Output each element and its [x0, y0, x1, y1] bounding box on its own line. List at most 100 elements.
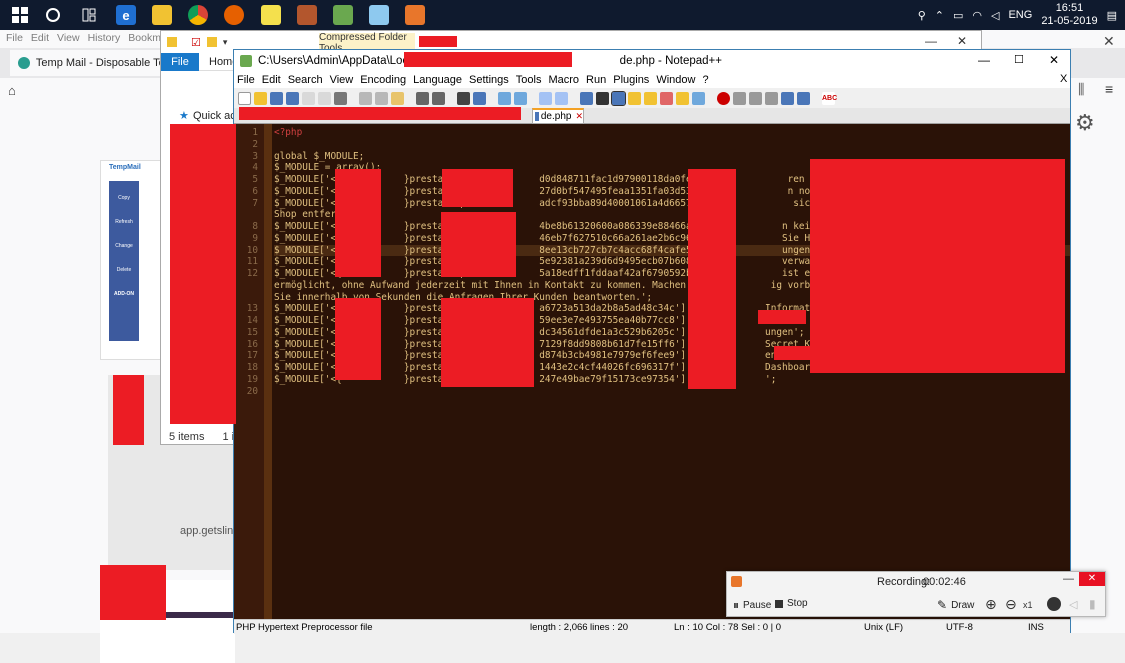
zoom-in-icon[interactable]: ⊕ — [985, 596, 997, 613]
paste-icon[interactable] — [391, 91, 404, 105]
task-view-icon[interactable] — [79, 5, 99, 25]
npp-menu-macro[interactable]: Macro — [548, 74, 579, 86]
monitoring-icon[interactable] — [692, 91, 705, 105]
language-indicator[interactable]: ENG — [1008, 9, 1032, 21]
function-list-icon[interactable] — [660, 91, 673, 105]
cut-icon[interactable] — [359, 91, 372, 105]
stop-macro-icon[interactable] — [733, 91, 746, 105]
sync-vertical-icon[interactable] — [539, 91, 552, 105]
recorder-icon[interactable] — [405, 5, 425, 25]
npp-menu-file[interactable]: File — [237, 74, 255, 86]
npp-close-doc-x[interactable]: X — [1060, 73, 1067, 85]
draw-button[interactable]: ✎ Draw — [937, 598, 974, 612]
fold-margin[interactable] — [264, 124, 272, 619]
sync-horizontal-icon[interactable] — [555, 91, 568, 105]
stop-button[interactable]: Stop — [775, 598, 808, 609]
ff-tab[interactable]: Temp Mail - Disposable Ten — [10, 50, 170, 76]
webcam-icon[interactable] — [1047, 597, 1061, 611]
recorder-minimize-icon[interactable]: — — [1063, 573, 1074, 585]
udl-icon[interactable] — [628, 91, 641, 105]
folder-workspace-icon[interactable] — [676, 91, 689, 105]
npp-minimize-icon[interactable]: — — [978, 53, 990, 67]
npp-menu-view[interactable]: View — [330, 74, 354, 86]
new-file-icon[interactable] — [238, 91, 251, 105]
show-all-chars-icon[interactable] — [596, 91, 609, 105]
npp-tab-active[interactable]: de.php ✕ — [532, 108, 584, 124]
ex-file-tab[interactable]: File — [161, 53, 199, 71]
zoom-out-icon[interactable] — [514, 91, 527, 105]
tab-close-icon[interactable]: ✕ — [575, 111, 583, 122]
search-icon[interactable] — [43, 5, 63, 25]
winrar-icon[interactable] — [297, 5, 317, 25]
wifi-icon[interactable]: ◠ — [972, 9, 982, 22]
play-macro-icon[interactable] — [749, 91, 762, 105]
zoom-out-icon[interactable]: ⊖ — [1005, 596, 1017, 613]
npp-menu-tools[interactable]: Tools — [516, 74, 542, 86]
open-file-icon[interactable] — [254, 91, 267, 105]
clock[interactable]: 16:51 21-05-2019 — [1041, 2, 1097, 28]
battery-icon[interactable]: ▭ — [953, 9, 963, 22]
play-multiple-icon[interactable] — [765, 91, 778, 105]
extra-icon[interactable] — [797, 91, 810, 105]
ff-menu-edit[interactable]: Edit — [31, 32, 49, 44]
sticky-notes-icon[interactable] — [261, 5, 281, 25]
doc-map-icon[interactable] — [644, 91, 657, 105]
recorder-close-icon[interactable]: ✕ — [1079, 572, 1105, 586]
npp-close-icon[interactable]: ✕ — [1049, 53, 1059, 67]
tempmail-refresh[interactable]: Refresh — [109, 201, 139, 225]
tempmail-change[interactable]: Change — [109, 225, 139, 249]
ex-minimize-icon[interactable]: — — [925, 34, 937, 48]
checkbox-icon[interactable]: ☑ — [191, 36, 201, 49]
close-all-icon[interactable] — [318, 91, 331, 105]
npp-menu-help[interactable]: ? — [702, 74, 708, 86]
npp-menu-settings[interactable]: Settings — [469, 74, 509, 86]
tempmail-delete[interactable]: Delete — [109, 249, 139, 273]
tempmail-addon[interactable]: ADD-ON — [109, 273, 139, 297]
close-file-icon[interactable] — [302, 91, 315, 105]
home-icon[interactable]: ⌂ — [8, 83, 16, 98]
people-icon[interactable]: ⚲ — [918, 9, 926, 22]
firefox-icon[interactable] — [224, 5, 244, 25]
qat-dropdown-icon[interactable]: ▾ — [223, 37, 228, 48]
volume-icon[interactable]: ◁ — [991, 9, 999, 22]
npp-menu-edit[interactable]: Edit — [262, 74, 281, 86]
save-macro-icon[interactable] — [781, 91, 794, 105]
record-macro-icon[interactable] — [717, 91, 730, 105]
indent-guide-icon[interactable] — [611, 90, 626, 106]
ex-close-icon[interactable]: ✕ — [957, 34, 967, 48]
app-icon[interactable] — [369, 5, 389, 25]
windows-start-icon[interactable] — [10, 5, 30, 25]
file-explorer-icon[interactable] — [152, 5, 172, 25]
hamburger-menu-icon[interactable]: ≡ — [1105, 81, 1113, 97]
chevron-up-icon[interactable]: ⌃ — [935, 9, 944, 22]
npp-menu-run[interactable]: Run — [586, 74, 606, 86]
chrome-icon[interactable] — [188, 5, 208, 25]
audio-icon[interactable]: ◁ — [1069, 598, 1077, 611]
npp-menu-language[interactable]: Language — [413, 74, 462, 86]
find-icon[interactable] — [457, 91, 470, 105]
notifications-icon[interactable]: ▤ — [1107, 9, 1117, 22]
zoom-in-icon[interactable] — [498, 91, 511, 105]
ff-menu-view[interactable]: View — [57, 32, 80, 44]
redo-icon[interactable] — [432, 91, 445, 105]
word-wrap-icon[interactable] — [580, 91, 593, 105]
library-icon[interactable]: ⫼ — [1078, 81, 1084, 98]
npp-maximize-icon[interactable]: ☐ — [1014, 53, 1024, 66]
npp-menu-search[interactable]: Search — [288, 74, 323, 86]
notepadpp-icon[interactable] — [333, 5, 353, 25]
replace-icon[interactable] — [473, 91, 486, 105]
spellcheck-icon[interactable]: ABC — [822, 91, 837, 105]
copy-icon[interactable] — [375, 91, 388, 105]
npp-menu-window[interactable]: Window — [656, 74, 695, 86]
pause-button[interactable]: ⏸ Pause — [733, 598, 771, 613]
edge-icon[interactable]: e — [116, 5, 136, 25]
npp-menu-plugins[interactable]: Plugins — [613, 74, 649, 86]
tempmail-copy[interactable]: Copy — [109, 181, 139, 201]
npp-menu-encoding[interactable]: Encoding — [360, 74, 406, 86]
save-all-icon[interactable] — [286, 91, 299, 105]
ff-menu-history[interactable]: History — [88, 32, 121, 44]
microphone-icon[interactable]: ▮ — [1089, 597, 1096, 611]
save-icon[interactable] — [270, 91, 283, 105]
undo-icon[interactable] — [416, 91, 429, 105]
ff-menu-file[interactable]: File — [6, 32, 23, 44]
